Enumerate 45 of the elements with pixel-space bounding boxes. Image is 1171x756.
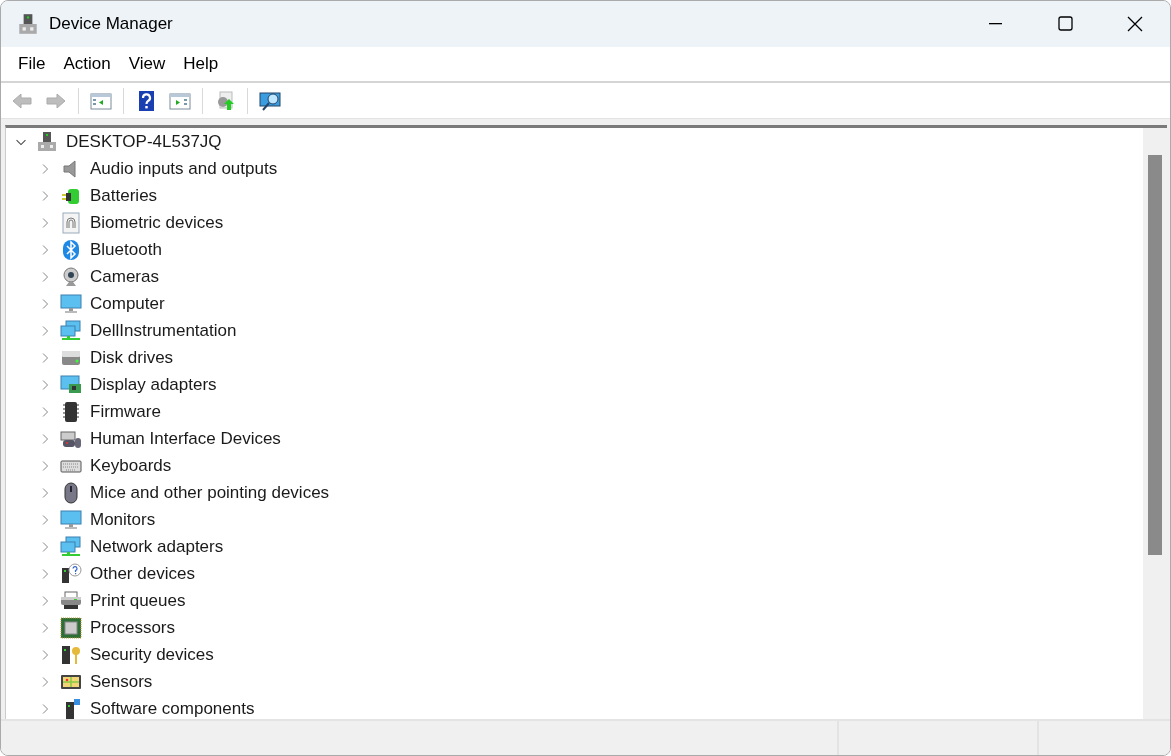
network-computers-icon xyxy=(60,535,82,558)
menu-item[interactable]: View xyxy=(119,51,175,77)
printer-icon xyxy=(60,589,82,612)
tree-item[interactable]: Sensors xyxy=(90,672,153,691)
tree-item[interactable]: Computer xyxy=(90,294,165,313)
computer-tower-icon xyxy=(36,130,58,153)
window-title: Device Manager xyxy=(49,14,174,34)
tree-item[interactable]: Network adapters xyxy=(90,537,224,556)
app-icon xyxy=(16,12,40,36)
tree-item[interactable]: Print queues xyxy=(90,591,186,610)
tree-item[interactable]: Batteries xyxy=(90,186,158,205)
tree-item[interactable]: Audio inputs and outputs xyxy=(90,159,278,178)
tree-item[interactable]: Display adapters xyxy=(90,375,217,394)
menu-item[interactable]: File xyxy=(9,51,55,77)
webcam-icon xyxy=(60,265,82,288)
tree-item[interactable]: Monitors xyxy=(90,510,156,529)
minimize-icon xyxy=(988,23,1002,25)
tree-item[interactable]: Processors xyxy=(90,618,176,637)
network-computers-icon xyxy=(60,319,82,342)
monitor-icon xyxy=(60,292,82,315)
key-tower-icon xyxy=(60,643,82,666)
menu-item[interactable]: Help xyxy=(174,51,228,77)
tree-item[interactable]: Software components xyxy=(90,699,255,718)
tree-item[interactable]: Security devices xyxy=(90,645,214,664)
menu-item[interactable]: Action xyxy=(54,51,120,77)
bluetooth-icon xyxy=(60,238,82,261)
tree-item[interactable]: Firmware xyxy=(90,402,161,421)
tree-item[interactable]: Cameras xyxy=(90,267,159,286)
monitor-card-icon xyxy=(60,373,82,396)
tree-item[interactable]: Other devices xyxy=(90,564,195,583)
tree-item[interactable]: Biometric devices xyxy=(90,213,224,232)
tree-item[interactable]: Disk drives xyxy=(90,348,174,367)
tree-item[interactable]: Bluetooth xyxy=(90,240,162,259)
chip-icon xyxy=(60,400,82,423)
tree-item[interactable]: DellInstrumentation xyxy=(90,321,237,340)
monitor-magnifier-icon xyxy=(259,89,281,112)
tree-item[interactable]: Mice and other pointing devices xyxy=(90,483,330,502)
tree-item[interactable]: DESKTOP-4L537JQ xyxy=(66,132,222,151)
scrollbar-thumb[interactable] xyxy=(1148,155,1162,555)
tree-item[interactable]: Human Interface Devices xyxy=(90,429,281,448)
monitor-icon xyxy=(60,508,82,531)
tree-item[interactable]: Keyboards xyxy=(90,456,172,475)
processor-icon xyxy=(60,616,82,639)
question-device-icon xyxy=(60,562,82,585)
vertical-scrollbar[interactable] xyxy=(1143,128,1167,719)
